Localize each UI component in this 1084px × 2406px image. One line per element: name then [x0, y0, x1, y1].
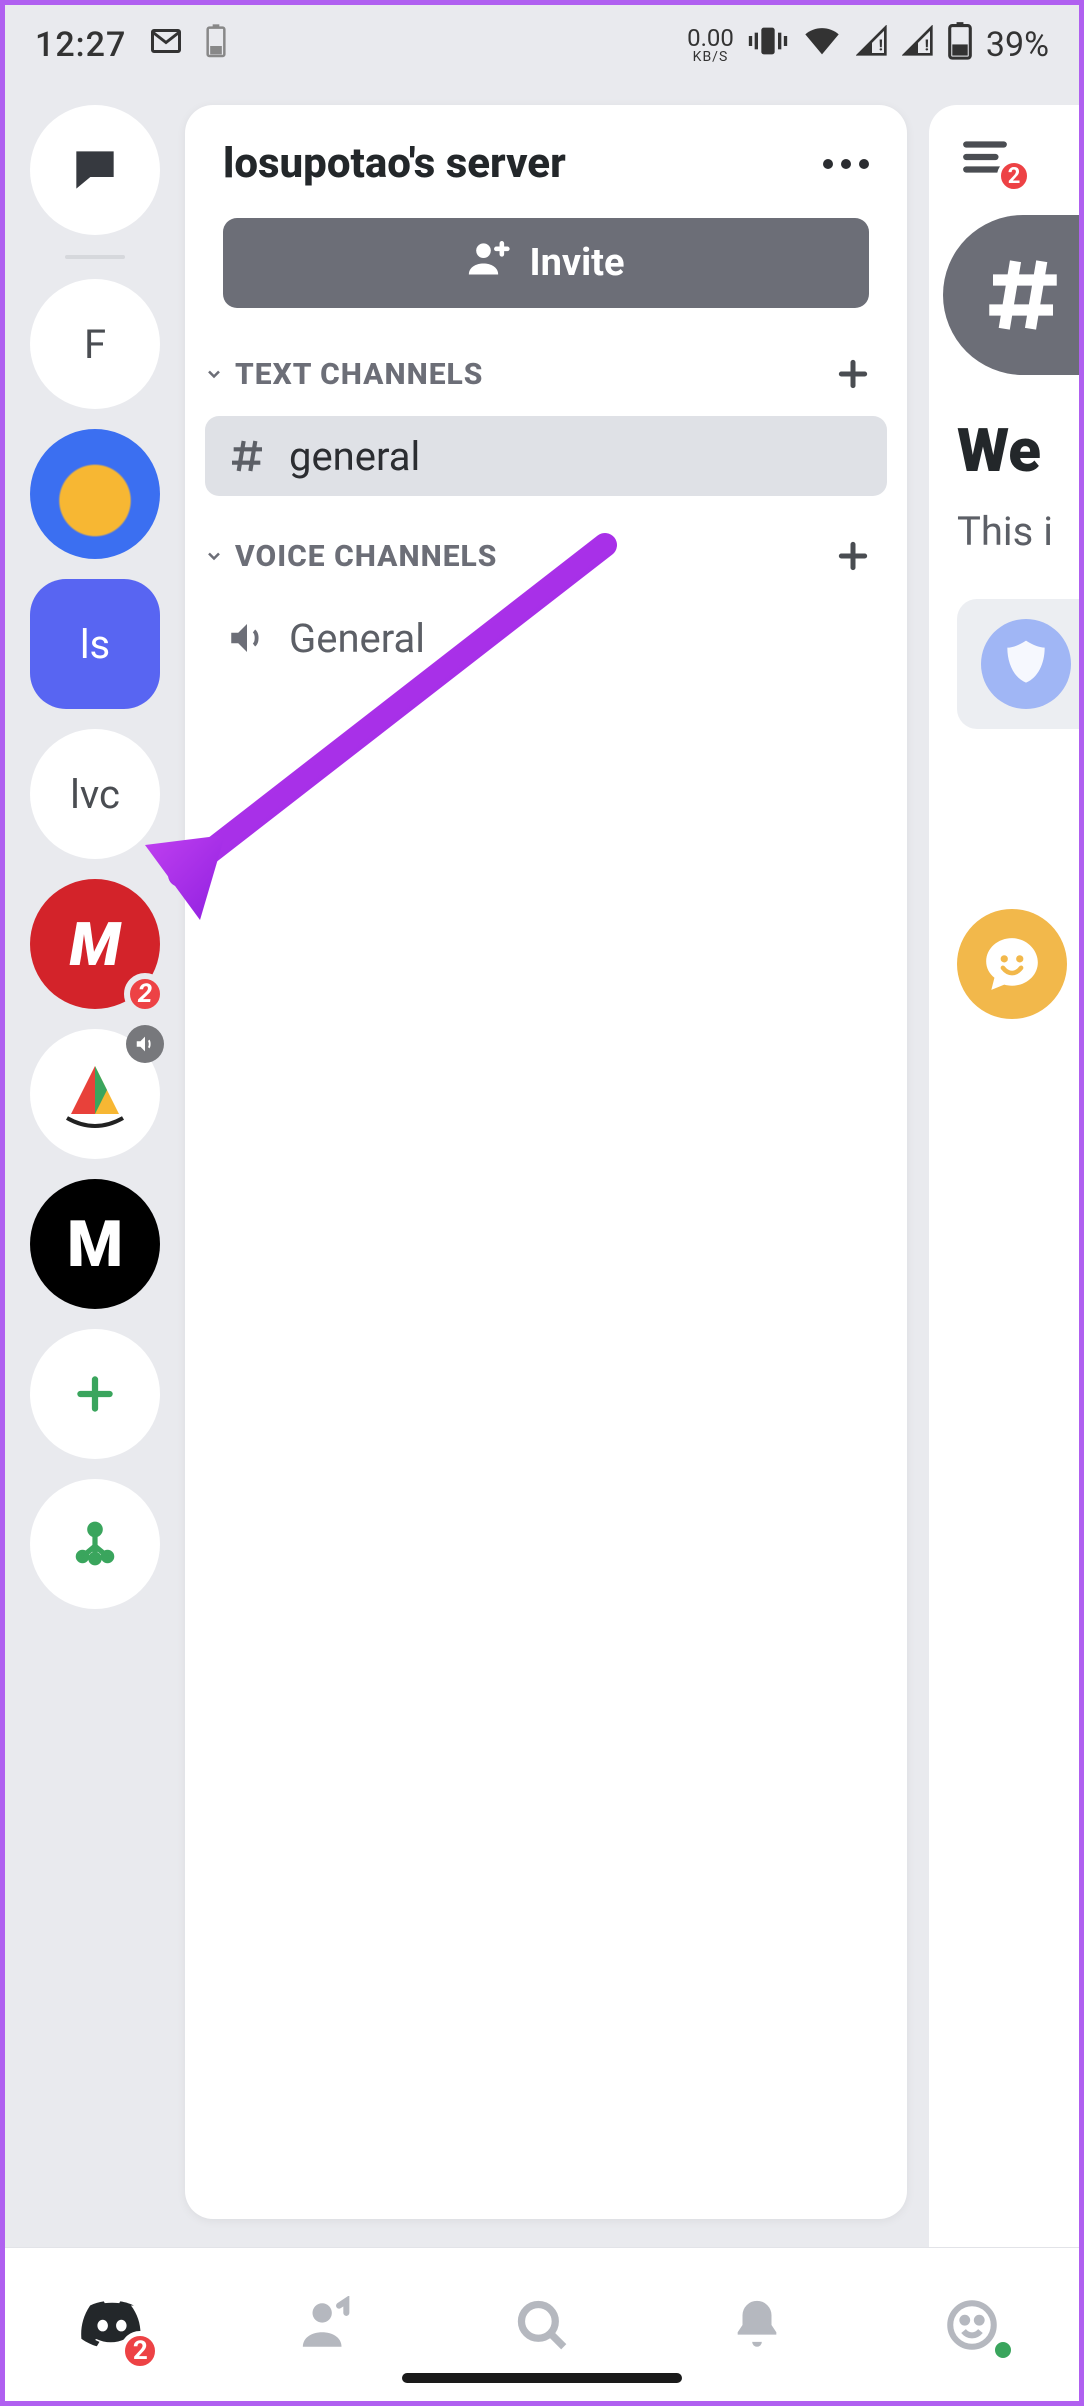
- hash-icon: [225, 434, 269, 478]
- server-item-label: M: [67, 1207, 123, 1282]
- menu-unread-badge: 2: [997, 159, 1031, 193]
- text-channel-general[interactable]: general: [205, 416, 887, 496]
- server-item-label: lvc: [70, 771, 120, 818]
- onboarding-card-icon: [981, 619, 1071, 709]
- speaker-icon: [225, 616, 269, 660]
- dm-button[interactable]: [30, 105, 160, 235]
- server-item-lvc[interactable]: lvc: [30, 729, 160, 859]
- server-item-label: M: [69, 909, 120, 980]
- invite-label: Invite: [529, 241, 624, 285]
- onboarding-card[interactable]: [957, 599, 1079, 729]
- status-battery-pct: 39%: [986, 25, 1049, 65]
- server-item-f[interactable]: F: [30, 279, 160, 409]
- chevron-down-icon: [203, 363, 225, 385]
- invite-button[interactable]: Invite: [223, 218, 869, 308]
- add-server-button[interactable]: [30, 1329, 160, 1459]
- server-item-label: ls: [80, 621, 110, 668]
- welcome-heading: We: [957, 415, 1079, 486]
- status-bar: 12:27 0.00 KB/S ! ! 39%: [5, 5, 1079, 85]
- nav-friends[interactable]: [287, 2285, 367, 2365]
- chat-peek-panel[interactable]: 2 We This i: [929, 105, 1079, 2247]
- invite-icon: [467, 236, 511, 290]
- gesture-bar: [402, 2373, 682, 2383]
- status-clock: 12:27: [35, 25, 126, 65]
- server-item-ls[interactable]: ls: [30, 579, 160, 709]
- app-root: F ls lvc M 2 M: [5, 85, 1079, 2401]
- student-hub-button[interactable]: [30, 1479, 160, 1609]
- gmail-icon: [148, 23, 184, 68]
- channel-name: General: [289, 615, 425, 662]
- server-unread-badge: 2: [124, 973, 166, 1015]
- server-title[interactable]: losupotao's server: [223, 139, 566, 188]
- server-more-button[interactable]: [823, 159, 869, 169]
- wave-fab[interactable]: [957, 909, 1067, 1019]
- voice-channel-general[interactable]: General: [205, 598, 887, 678]
- signal-icon-1: !: [856, 25, 888, 66]
- channel-hash-hero: [943, 215, 1079, 375]
- status-network-speed: 0.00 KB/S: [687, 26, 734, 64]
- add-voice-channel-button[interactable]: [829, 532, 877, 580]
- svg-text:!: !: [879, 35, 883, 54]
- text-channels-label: TEXT CHANNELS: [235, 357, 483, 392]
- server-item-sail[interactable]: [30, 1029, 160, 1159]
- battery-icon: [948, 22, 972, 69]
- vibrate-icon: [748, 21, 788, 70]
- voice-active-icon: [126, 1025, 164, 1063]
- add-text-channel-button[interactable]: [829, 350, 877, 398]
- svg-text:!: !: [925, 35, 929, 54]
- text-channels-header[interactable]: TEXT CHANNELS: [185, 344, 907, 404]
- status-online-dot: [990, 2337, 1016, 2363]
- welcome-subtext: This i: [957, 508, 1079, 555]
- channel-name: general: [289, 433, 420, 480]
- nav-search[interactable]: [502, 2285, 582, 2365]
- server-item-red-m[interactable]: M 2: [30, 879, 160, 1009]
- signal-icon-2: !: [902, 25, 934, 66]
- server-item-label: F: [84, 321, 106, 368]
- wifi-icon: [802, 21, 842, 70]
- server-rail: F ls lvc M 2 M: [5, 85, 185, 2247]
- voice-channels-label: VOICE CHANNELS: [235, 539, 497, 574]
- server-item-black-m[interactable]: M: [30, 1179, 160, 1309]
- channel-panel: losupotao's server Invite TEXT CHANNELS: [185, 105, 907, 2219]
- voice-channels-header[interactable]: VOICE CHANNELS: [185, 526, 907, 586]
- nav-home-badge: 2: [120, 2331, 160, 2371]
- server-item-cheese[interactable]: [30, 429, 160, 559]
- nav-profile[interactable]: [932, 2285, 1012, 2365]
- nav-notifications[interactable]: [717, 2285, 797, 2365]
- nav-home[interactable]: 2: [72, 2285, 152, 2365]
- server-rail-divider: [65, 255, 125, 259]
- battery-small-icon: [206, 24, 226, 67]
- chevron-down-icon: [203, 545, 225, 567]
